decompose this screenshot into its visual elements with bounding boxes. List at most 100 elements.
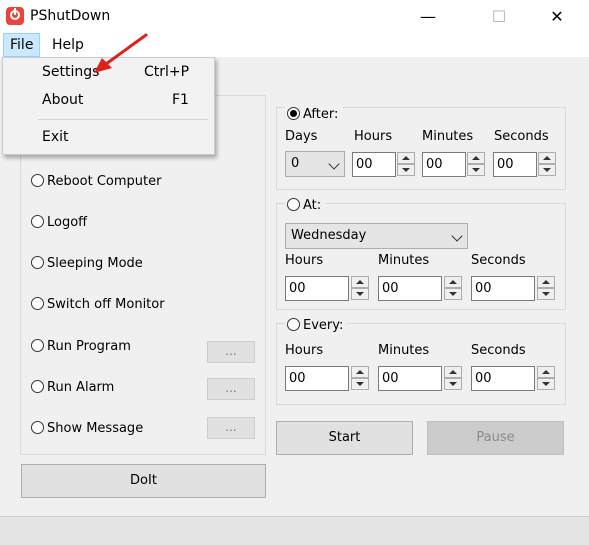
menu-item-exit[interactable]: Exit bbox=[42, 129, 69, 145]
browse-program-button[interactable]: ... bbox=[207, 341, 255, 363]
every-hours-input[interactable]: 00 bbox=[285, 366, 349, 391]
radio-run-alarm[interactable] bbox=[31, 380, 44, 393]
after-seconds-input[interactable]: 00 bbox=[493, 152, 537, 177]
option-sleep[interactable]: Sleeping Mode bbox=[31, 254, 143, 274]
at-hours-up-button[interactable] bbox=[351, 276, 369, 288]
every-minutes-down-button[interactable] bbox=[444, 378, 462, 390]
at-label: At: bbox=[303, 198, 322, 213]
option-label: Show Message bbox=[47, 421, 144, 436]
window-title: PShutDown bbox=[30, 8, 111, 24]
menu-item-about[interactable]: About bbox=[42, 92, 83, 108]
days-value: 0 bbox=[291, 156, 300, 171]
after-radio-row[interactable]: After: bbox=[285, 105, 343, 125]
arrow-up-icon bbox=[356, 370, 364, 374]
after-minutes-up-button[interactable] bbox=[467, 152, 485, 164]
hours-header: Hours bbox=[354, 129, 393, 144]
menu-file[interactable]: File bbox=[3, 33, 41, 57]
power-icon bbox=[6, 7, 24, 25]
arrow-up-icon bbox=[543, 156, 551, 160]
arrow-down-icon bbox=[543, 168, 551, 172]
every-hours-up-button[interactable] bbox=[351, 366, 369, 378]
every-minutes-up-button[interactable] bbox=[444, 366, 462, 378]
days-select[interactable]: 0 bbox=[285, 151, 345, 177]
radio-logoff[interactable] bbox=[31, 215, 44, 228]
at-seconds-up-button[interactable] bbox=[537, 276, 555, 288]
every-seconds-up-button[interactable] bbox=[537, 366, 555, 378]
arrow-down-icon bbox=[449, 382, 457, 386]
after-minutes-down-button[interactable] bbox=[467, 164, 485, 176]
radio-monitor-off[interactable] bbox=[31, 297, 44, 310]
every-seconds-down-button[interactable] bbox=[537, 378, 555, 390]
option-monitor-off[interactable]: Switch off Monitor bbox=[31, 295, 165, 315]
browse-alarm-button[interactable]: ... bbox=[207, 378, 255, 400]
radio-show-message[interactable] bbox=[31, 421, 44, 434]
seconds-header: Seconds bbox=[494, 129, 549, 144]
weekday-value: Wednesday bbox=[291, 228, 367, 243]
at-hours-header: Hours bbox=[285, 253, 324, 268]
after-hours-input[interactable]: 00 bbox=[352, 152, 396, 177]
at-radio-row[interactable]: At: bbox=[285, 196, 326, 216]
after-seconds-up-button[interactable] bbox=[538, 152, 556, 164]
arrow-down-icon bbox=[472, 168, 480, 172]
arrow-up-icon bbox=[449, 370, 457, 374]
at-seconds-input[interactable]: 00 bbox=[471, 276, 535, 301]
arrow-up-icon bbox=[542, 370, 550, 374]
minimize-button[interactable]: — bbox=[405, 0, 451, 33]
arrow-up-icon bbox=[402, 156, 410, 160]
arrow-up-icon bbox=[356, 280, 364, 284]
after-seconds-down-button[interactable] bbox=[538, 164, 556, 176]
days-header: Days bbox=[285, 129, 318, 144]
after-hours-down-button[interactable] bbox=[397, 164, 415, 176]
chevron-down-icon bbox=[328, 158, 340, 170]
option-logoff[interactable]: Logoff bbox=[31, 213, 87, 233]
arrow-up-icon bbox=[472, 156, 480, 160]
option-label: Run Alarm bbox=[47, 380, 115, 395]
after-hours-up-button[interactable] bbox=[397, 152, 415, 164]
start-button[interactable]: Start bbox=[276, 421, 413, 455]
radio-at[interactable] bbox=[287, 198, 300, 211]
at-minutes-down-button[interactable] bbox=[444, 288, 462, 300]
every-minutes-header: Minutes bbox=[378, 343, 430, 358]
arrow-down-icon bbox=[449, 292, 457, 296]
arrow-down-icon bbox=[356, 292, 364, 296]
at-hours-down-button[interactable] bbox=[351, 288, 369, 300]
at-seconds-down-button[interactable] bbox=[537, 288, 555, 300]
every-hours-header: Hours bbox=[285, 343, 324, 358]
option-show-message[interactable]: Show Message bbox=[31, 419, 143, 439]
at-hours-input[interactable]: 00 bbox=[285, 276, 349, 301]
weekday-select[interactable]: Wednesday bbox=[285, 223, 468, 249]
menu-separator bbox=[38, 119, 208, 120]
option-run-program[interactable]: Run Program bbox=[31, 337, 131, 357]
every-hours-down-button[interactable] bbox=[351, 378, 369, 390]
doit-button[interactable]: DoIt bbox=[21, 464, 266, 498]
radio-reboot[interactable] bbox=[31, 174, 44, 187]
chevron-down-icon bbox=[451, 230, 463, 242]
maximize-button[interactable]: ☐ bbox=[476, 0, 522, 33]
every-label: Every: bbox=[303, 318, 344, 333]
status-bar bbox=[0, 516, 589, 545]
radio-sleep[interactable] bbox=[31, 256, 44, 269]
option-label: Logoff bbox=[47, 215, 88, 230]
red-arrow-icon bbox=[94, 33, 148, 73]
arrow-up-icon bbox=[542, 280, 550, 284]
every-radio-row[interactable]: Every: bbox=[285, 316, 348, 336]
radio-every[interactable] bbox=[287, 318, 300, 331]
option-reboot[interactable]: Reboot Computer bbox=[31, 172, 161, 192]
every-seconds-input[interactable]: 00 bbox=[471, 366, 535, 391]
option-label: Reboot Computer bbox=[47, 174, 162, 189]
option-label: Sleeping Mode bbox=[47, 256, 143, 271]
radio-run-program[interactable] bbox=[31, 339, 44, 352]
arrow-down-icon bbox=[542, 292, 550, 296]
arrow-up-icon bbox=[449, 280, 457, 284]
after-minutes-input[interactable]: 00 bbox=[422, 152, 466, 177]
every-minutes-input[interactable]: 00 bbox=[378, 366, 442, 391]
option-run-alarm[interactable]: Run Alarm bbox=[31, 378, 114, 398]
at-minutes-up-button[interactable] bbox=[444, 276, 462, 288]
at-seconds-header: Seconds bbox=[471, 253, 526, 268]
option-label: Switch off Monitor bbox=[47, 297, 165, 312]
edit-message-button[interactable]: ... bbox=[207, 417, 255, 439]
at-minutes-input[interactable]: 00 bbox=[378, 276, 442, 301]
radio-after[interactable] bbox=[287, 107, 300, 120]
close-button[interactable]: ✕ bbox=[534, 0, 580, 33]
option-label: Run Program bbox=[47, 339, 131, 354]
